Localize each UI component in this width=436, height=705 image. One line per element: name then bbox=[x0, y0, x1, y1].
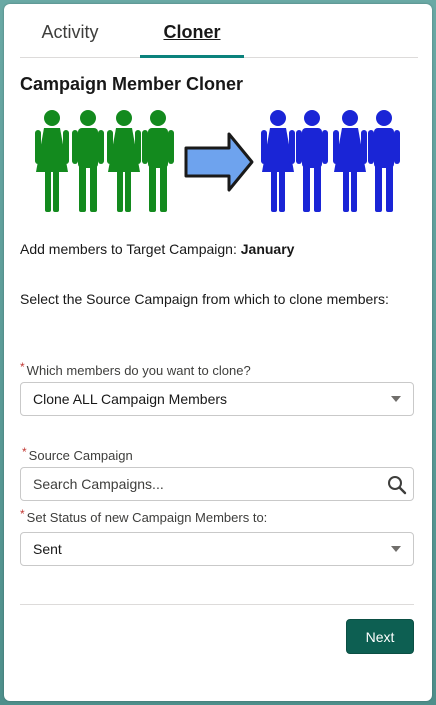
tab-activity[interactable]: Activity bbox=[20, 4, 120, 58]
target-prefix: Add members to Target Campaign: bbox=[20, 241, 241, 257]
arrow-right-icon bbox=[184, 132, 254, 192]
members-label-text: Which members do you want to clone? bbox=[26, 363, 251, 378]
source-field-label: * Source Campaign bbox=[22, 445, 133, 463]
tab-cloner[interactable]: Cloner bbox=[140, 4, 244, 58]
tab-bar: Activity Cloner bbox=[20, 4, 418, 58]
status-select-value: Sent bbox=[33, 541, 62, 557]
required-marker: * bbox=[22, 445, 27, 459]
required-marker: * bbox=[20, 360, 25, 374]
source-search-placeholder: Search Campaigns... bbox=[33, 476, 164, 492]
source-label-text: Source Campaign bbox=[28, 448, 133, 463]
person-icon bbox=[261, 110, 295, 212]
person-icon bbox=[72, 110, 104, 212]
person-icon bbox=[142, 110, 174, 212]
status-select[interactable]: Sent bbox=[20, 532, 414, 566]
next-button[interactable]: Next bbox=[346, 619, 414, 654]
target-campaign-line: Add members to Target Campaign: January bbox=[20, 241, 294, 257]
cloning-illustration bbox=[35, 110, 400, 212]
page-title: Campaign Member Cloner bbox=[20, 74, 244, 94]
status-label-text: Set Status of new Campaign Members to: bbox=[26, 510, 268, 525]
status-field-label: * Set Status of new Campaign Members to: bbox=[20, 507, 268, 525]
chevron-down-icon bbox=[391, 546, 401, 552]
person-icon bbox=[368, 110, 400, 212]
person-icon bbox=[333, 110, 367, 212]
search-icon[interactable] bbox=[387, 475, 407, 495]
source-campaign-search[interactable]: Search Campaigns... bbox=[20, 467, 414, 501]
instructions: Select the Source Campaign from which to… bbox=[20, 291, 389, 307]
required-marker: * bbox=[20, 507, 25, 521]
cloner-card: Activity Cloner Campaign Member Cloner A… bbox=[4, 4, 432, 701]
target-campaign-name: January bbox=[240, 241, 295, 257]
target-people bbox=[261, 110, 400, 212]
members-field-label: * Which members do you want to clone? bbox=[20, 360, 251, 378]
footer-divider bbox=[20, 604, 414, 605]
members-select-value: Clone ALL Campaign Members bbox=[33, 391, 228, 407]
person-icon bbox=[296, 110, 328, 212]
person-icon bbox=[107, 110, 141, 212]
source-people bbox=[35, 110, 174, 212]
members-select[interactable]: Clone ALL Campaign Members bbox=[20, 382, 414, 416]
person-icon bbox=[35, 110, 69, 212]
chevron-down-icon bbox=[391, 396, 401, 402]
